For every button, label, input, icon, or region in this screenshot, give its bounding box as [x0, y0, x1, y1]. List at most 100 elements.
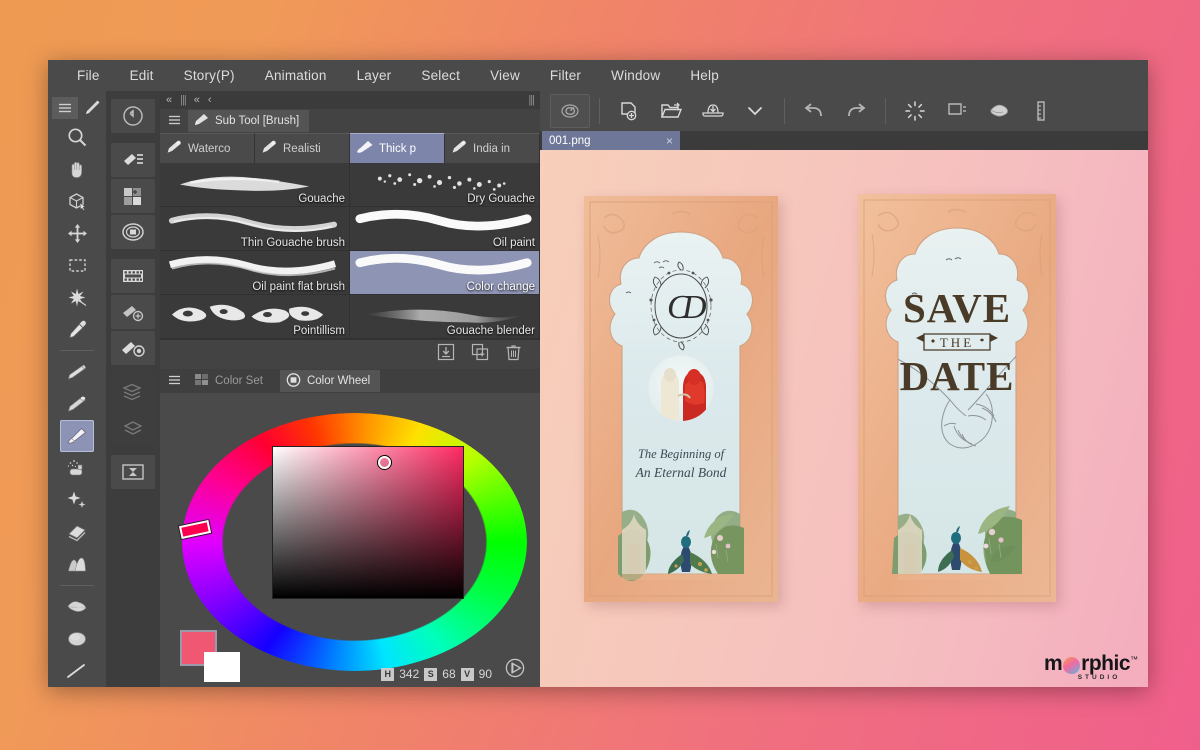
- background-color-swatch[interactable]: [204, 652, 240, 682]
- layer-property-icon[interactable]: [111, 411, 155, 445]
- layer-stack-icon[interactable]: [111, 375, 155, 409]
- brush-item-dry-gouache[interactable]: Dry Gouache: [350, 163, 540, 207]
- collapse-left-icon[interactable]: «: [166, 94, 172, 106]
- ruler-icon[interactable]: [1021, 94, 1061, 128]
- timeline-icon[interactable]: [111, 259, 155, 293]
- collapse-left-2-icon[interactable]: «: [194, 94, 200, 106]
- brush-item-oil-paint-flat-brush[interactable]: Oil paint flat brush: [160, 251, 350, 295]
- brush-item-pointillism[interactable]: Pointillism: [160, 295, 350, 339]
- hue-tag: H: [381, 668, 394, 681]
- svg-text:THE: THE: [940, 335, 974, 350]
- chevron-down-icon[interactable]: [735, 94, 775, 128]
- panel-grip-right[interactable]: |||: [528, 94, 534, 106]
- link-icon[interactable]: [550, 94, 590, 128]
- brush-item-thin-gouache-brush[interactable]: Thin Gouache brush: [160, 207, 350, 251]
- airbrush-tool[interactable]: [60, 452, 94, 484]
- menu-item-window[interactable]: Window: [596, 60, 675, 91]
- figure-tool[interactable]: [60, 655, 94, 687]
- saturation-value[interactable]: 68: [442, 667, 455, 681]
- open-folder-icon[interactable]: [651, 94, 691, 128]
- application-window: File Edit Story(P) Animation Layer Selec…: [48, 60, 1148, 687]
- pencil-tool[interactable]: [60, 388, 94, 420]
- menu-item-filter[interactable]: Filter: [535, 60, 596, 91]
- save-icon[interactable]: [693, 94, 733, 128]
- fill-shape-icon[interactable]: [979, 94, 1019, 128]
- brush-item-gouache[interactable]: Gouache: [160, 163, 350, 207]
- redo-icon[interactable]: [836, 94, 876, 128]
- watermark-logo: m rphic ™ STUDIO: [1044, 652, 1138, 681]
- material-icon[interactable]: [111, 295, 155, 329]
- undo-icon[interactable]: [794, 94, 834, 128]
- blend-tool[interactable]: [60, 548, 94, 580]
- brush-tool[interactable]: [60, 420, 94, 452]
- tab-label: Color Set: [215, 375, 263, 387]
- color-wheel-icon[interactable]: [111, 215, 155, 249]
- brush-tab-realistic[interactable]: Realisti: [255, 133, 350, 163]
- brush-tab-india-ink[interactable]: India in: [445, 133, 540, 163]
- saturation-value-box[interactable]: [272, 446, 464, 599]
- navigator-icon[interactable]: [111, 455, 155, 489]
- play-approximate-color-icon[interactable]: [504, 657, 526, 684]
- pen-tool[interactable]: [60, 356, 94, 388]
- rect-select-tool[interactable]: [60, 249, 94, 281]
- hamburger-icon[interactable]: [168, 372, 181, 390]
- brush-icon: [261, 140, 278, 157]
- wedding-invitation-card[interactable]: C D: [584, 196, 778, 602]
- auto-select-tool[interactable]: [60, 281, 94, 313]
- toolbar-divider: [599, 98, 600, 124]
- svg-text:The Beginning of: The Beginning of: [638, 447, 726, 461]
- brush-item-gouache-blender[interactable]: Gouache blender: [350, 295, 540, 339]
- eyedropper-tool[interactable]: [60, 313, 94, 345]
- value-value[interactable]: 90: [479, 667, 492, 681]
- brush-item-oil-paint[interactable]: Oil paint: [350, 207, 540, 251]
- hand-tool[interactable]: [60, 153, 94, 185]
- menu-item-file[interactable]: File: [62, 60, 115, 91]
- tab-color-wheel[interactable]: Color Wheel: [280, 370, 380, 392]
- eraser-tool[interactable]: [60, 516, 94, 548]
- svg-text:D: D: [681, 289, 707, 326]
- gradient-tool[interactable]: [60, 591, 94, 623]
- save-the-date-card[interactable]: SAVE THE DATE: [858, 194, 1056, 602]
- color-set-icon[interactable]: [111, 179, 155, 213]
- tab-sub-tool-brush[interactable]: Sub Tool [Brush]: [188, 110, 309, 132]
- move-tool[interactable]: [60, 217, 94, 249]
- back-icon[interactable]: ‹: [208, 94, 212, 106]
- panel-grip[interactable]: |||: [180, 94, 186, 106]
- hamburger-icon[interactable]: [52, 97, 78, 119]
- color-panel-header: Color Set Color Wheel: [160, 369, 540, 393]
- menu-item-story[interactable]: Story(P): [169, 60, 250, 91]
- hamburger-icon[interactable]: [168, 112, 181, 130]
- brush-item-label: Dry Gouache: [467, 193, 535, 205]
- document-tab[interactable]: 001.png ×: [542, 131, 680, 150]
- svg-text:SAVE: SAVE: [903, 285, 1011, 331]
- brush-tab-watercolor[interactable]: Waterco: [160, 133, 255, 163]
- screen-area-icon[interactable]: [937, 94, 977, 128]
- saturation-value-cursor[interactable]: [378, 456, 391, 469]
- delete-sub-tool-icon[interactable]: [505, 343, 522, 366]
- menu-item-help[interactable]: Help: [675, 60, 734, 91]
- quick-access-icon[interactable]: [111, 99, 155, 133]
- menu-item-animation[interactable]: Animation: [250, 60, 342, 91]
- sub-tool-detail-icon[interactable]: [111, 143, 155, 177]
- new-file-icon[interactable]: [609, 94, 649, 128]
- fill-tool[interactable]: [60, 623, 94, 655]
- decoration-tool[interactable]: [60, 484, 94, 516]
- tool-divider: [60, 350, 94, 351]
- close-icon[interactable]: ×: [666, 134, 673, 148]
- duplicate-sub-tool-icon[interactable]: [471, 343, 489, 366]
- brush-item-color-change[interactable]: Color change: [350, 251, 540, 295]
- menu-item-edit[interactable]: Edit: [115, 60, 169, 91]
- rotate-3d-tool[interactable]: [60, 185, 94, 217]
- canvas-viewport[interactable]: C D: [540, 150, 1148, 687]
- zoom-tool[interactable]: [60, 121, 94, 153]
- menu-item-layer[interactable]: Layer: [342, 60, 407, 91]
- hue-value[interactable]: 342: [399, 667, 419, 681]
- menu-item-select[interactable]: Select: [406, 60, 475, 91]
- import-sub-tool-icon[interactable]: [437, 343, 455, 366]
- brush-settings-icon[interactable]: [111, 331, 155, 365]
- tab-color-set[interactable]: Color Set: [188, 370, 273, 392]
- brush-tab-label: Thick p: [379, 143, 416, 155]
- brush-tab-thick-paint[interactable]: Thick p: [350, 133, 445, 163]
- loading-spinner-icon[interactable]: [895, 94, 935, 128]
- menu-item-view[interactable]: View: [475, 60, 535, 91]
